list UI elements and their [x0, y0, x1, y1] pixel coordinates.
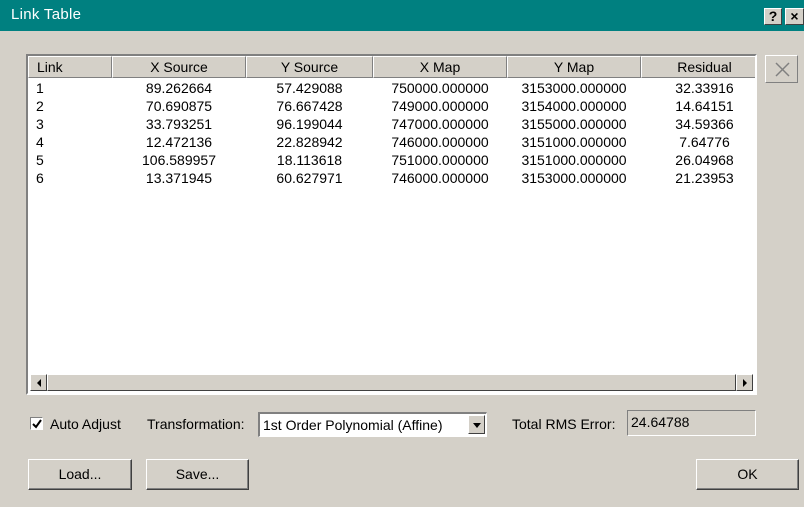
load-button[interactable]: Load... — [28, 459, 132, 490]
cell-y-map: 3154000.000000 — [521, 98, 627, 114]
auto-adjust-checkbox[interactable] — [30, 417, 43, 430]
column-header-residual[interactable]: Residual — [641, 56, 755, 78]
cell-x-source: 70.690875 — [145, 98, 213, 114]
link-table-dialog: Link Table ? × Link X Source Y Source X … — [0, 0, 804, 507]
window-title: Link Table — [11, 6, 82, 23]
transformation-dropdown-button[interactable] — [468, 415, 485, 434]
column-header-x-source[interactable]: X Source — [112, 56, 246, 78]
cell-y-map: 3155000.000000 — [521, 116, 627, 132]
cell-residual: 14.64151 — [675, 98, 734, 114]
column-header-x-map[interactable]: X Map — [373, 56, 507, 78]
cell-residual: 7.64776 — [679, 134, 730, 150]
transformation-label: Transformation: — [147, 416, 245, 432]
scroll-left-arrow-icon — [37, 379, 41, 387]
cell-residual: 34.59366 — [675, 116, 734, 132]
cell-x-map: 747000.000000 — [391, 116, 489, 132]
cell-x-map: 746000.000000 — [391, 134, 489, 150]
ok-button[interactable]: OK — [696, 459, 799, 490]
column-header-y-source[interactable]: Y Source — [246, 56, 373, 78]
cell-y-map: 3153000.000000 — [521, 170, 627, 186]
scrollbar-thumb[interactable] — [47, 374, 736, 391]
delete-link-button[interactable] — [765, 55, 798, 83]
table-row[interactable]: 6 13.371945 60.627971 746000.000000 3153… — [28, 169, 755, 187]
transformation-select[interactable]: 1st Order Polynomial (Affine) — [258, 412, 487, 437]
cell-link: 1 — [36, 80, 44, 96]
scroll-right-arrow-icon — [743, 379, 747, 387]
cell-x-source: 13.371945 — [145, 170, 213, 186]
cell-y-map: 3151000.000000 — [521, 152, 627, 168]
save-button[interactable]: Save... — [146, 459, 249, 490]
cell-link: 5 — [36, 152, 44, 168]
cell-link: 4 — [36, 134, 44, 150]
cell-x-source: 89.262664 — [145, 80, 213, 96]
cell-y-source: 22.828942 — [276, 134, 343, 150]
cell-x-source: 106.589957 — [142, 152, 216, 168]
total-rms-error-label: Total RMS Error: — [512, 416, 616, 432]
title-bar: Link Table ? × — [0, 0, 804, 31]
table-row[interactable]: 2 70.690875 76.667428 749000.000000 3154… — [28, 97, 755, 115]
table-row[interactable]: 3 33.793251 96.199044 747000.000000 3155… — [28, 115, 755, 133]
cell-x-map: 746000.000000 — [391, 170, 489, 186]
cell-y-source: 60.627971 — [276, 170, 343, 186]
cell-x-map: 750000.000000 — [391, 80, 489, 96]
cell-residual: 21.23953 — [675, 170, 734, 186]
delete-link-icon — [775, 62, 790, 77]
cell-y-source: 76.667428 — [276, 98, 343, 114]
cell-residual: 26.04968 — [675, 152, 734, 168]
cell-y-map: 3153000.000000 — [521, 80, 627, 96]
column-header-y-map[interactable]: Y Map — [507, 56, 641, 78]
help-button[interactable]: ? — [764, 8, 782, 25]
scroll-left-button[interactable] — [30, 374, 47, 391]
auto-adjust-label[interactable]: Auto Adjust — [50, 416, 121, 432]
chevron-down-icon — [473, 423, 481, 428]
cell-y-source: 18.113618 — [276, 152, 343, 168]
scroll-right-button[interactable] — [736, 374, 753, 391]
cell-y-source: 96.199044 — [276, 116, 343, 132]
cell-link: 2 — [36, 98, 44, 114]
horizontal-scrollbar[interactable] — [30, 374, 753, 391]
column-header-link[interactable]: Link — [28, 56, 112, 78]
total-rms-error-value: 24.64788 — [627, 410, 756, 436]
cell-link: 3 — [36, 116, 44, 132]
table-body: 1 89.262664 57.429088 750000.000000 3153… — [28, 79, 755, 187]
table-row[interactable]: 5 106.589957 18.113618 751000.000000 315… — [28, 151, 755, 169]
link-table[interactable]: Link X Source Y Source X Map Y Map Resid… — [26, 54, 757, 395]
cell-x-source: 12.472136 — [145, 134, 213, 150]
checkmark-icon — [32, 419, 42, 429]
table-row[interactable]: 4 12.472136 22.828942 746000.000000 3151… — [28, 133, 755, 151]
cell-y-source: 57.429088 — [276, 80, 343, 96]
table-row[interactable]: 1 89.262664 57.429088 750000.000000 3153… — [28, 79, 755, 97]
cell-x-map: 749000.000000 — [391, 98, 489, 114]
cell-x-map: 751000.000000 — [391, 152, 489, 168]
cell-x-source: 33.793251 — [145, 116, 213, 132]
close-button[interactable]: × — [785, 8, 804, 25]
table-header: Link X Source Y Source X Map Y Map Resid… — [28, 56, 755, 78]
cell-y-map: 3151000.000000 — [521, 134, 627, 150]
cell-residual: 32.33916 — [675, 80, 734, 96]
transformation-value: 1st Order Polynomial (Affine) — [263, 417, 443, 433]
cell-link: 6 — [36, 170, 44, 186]
